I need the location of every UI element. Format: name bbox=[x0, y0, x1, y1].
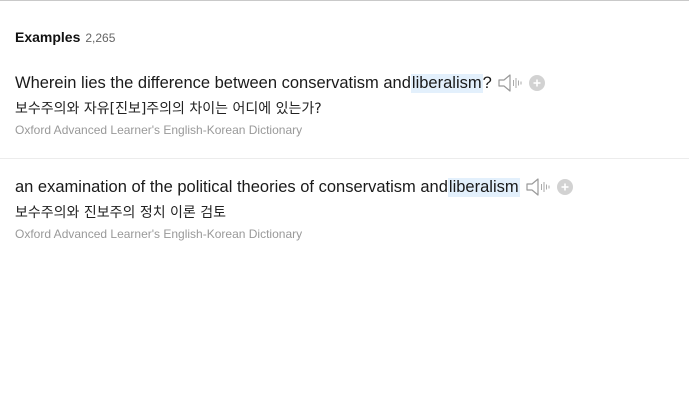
add-to-wordbook-icon[interactable] bbox=[556, 179, 573, 195]
example-item: an examination of the political theories… bbox=[15, 176, 689, 242]
speaker-icon[interactable] bbox=[525, 177, 551, 197]
example-source: Oxford Advanced Learner's English-Korean… bbox=[15, 227, 303, 241]
example-korean-translation: 보수주의와 진보주의 정치 이론 검토 bbox=[15, 205, 226, 221]
example-item: Wherein lies the difference between cons… bbox=[15, 72, 689, 138]
add-to-wordbook-icon[interactable] bbox=[528, 75, 545, 91]
sentence-text: Wherein lies the difference between cons… bbox=[15, 73, 411, 92]
highlighted-keyword[interactable]: liberalism bbox=[447, 177, 520, 197]
example-divider bbox=[0, 158, 689, 159]
example-source: Oxford Advanced Learner's English-Korean… bbox=[15, 123, 303, 137]
example-korean-translation: 보수주의와 자유[진보]주의의 차이는 어디에 있는가? bbox=[15, 101, 322, 117]
example-english-sentence: Wherein lies the difference between cons… bbox=[15, 72, 689, 94]
speaker-icon[interactable] bbox=[497, 73, 523, 93]
examples-count: 2,265 bbox=[85, 31, 116, 45]
highlighted-keyword[interactable]: liberalism bbox=[410, 73, 483, 93]
example-english-sentence: an examination of the political theories… bbox=[15, 176, 689, 198]
examples-header: Examples 2,265 bbox=[15, 29, 115, 47]
sentence-text-end: ? bbox=[482, 73, 492, 92]
sentence-text: an examination of the political theories… bbox=[15, 177, 448, 196]
top-border bbox=[0, 0, 689, 1]
examples-title: Examples bbox=[15, 29, 81, 45]
